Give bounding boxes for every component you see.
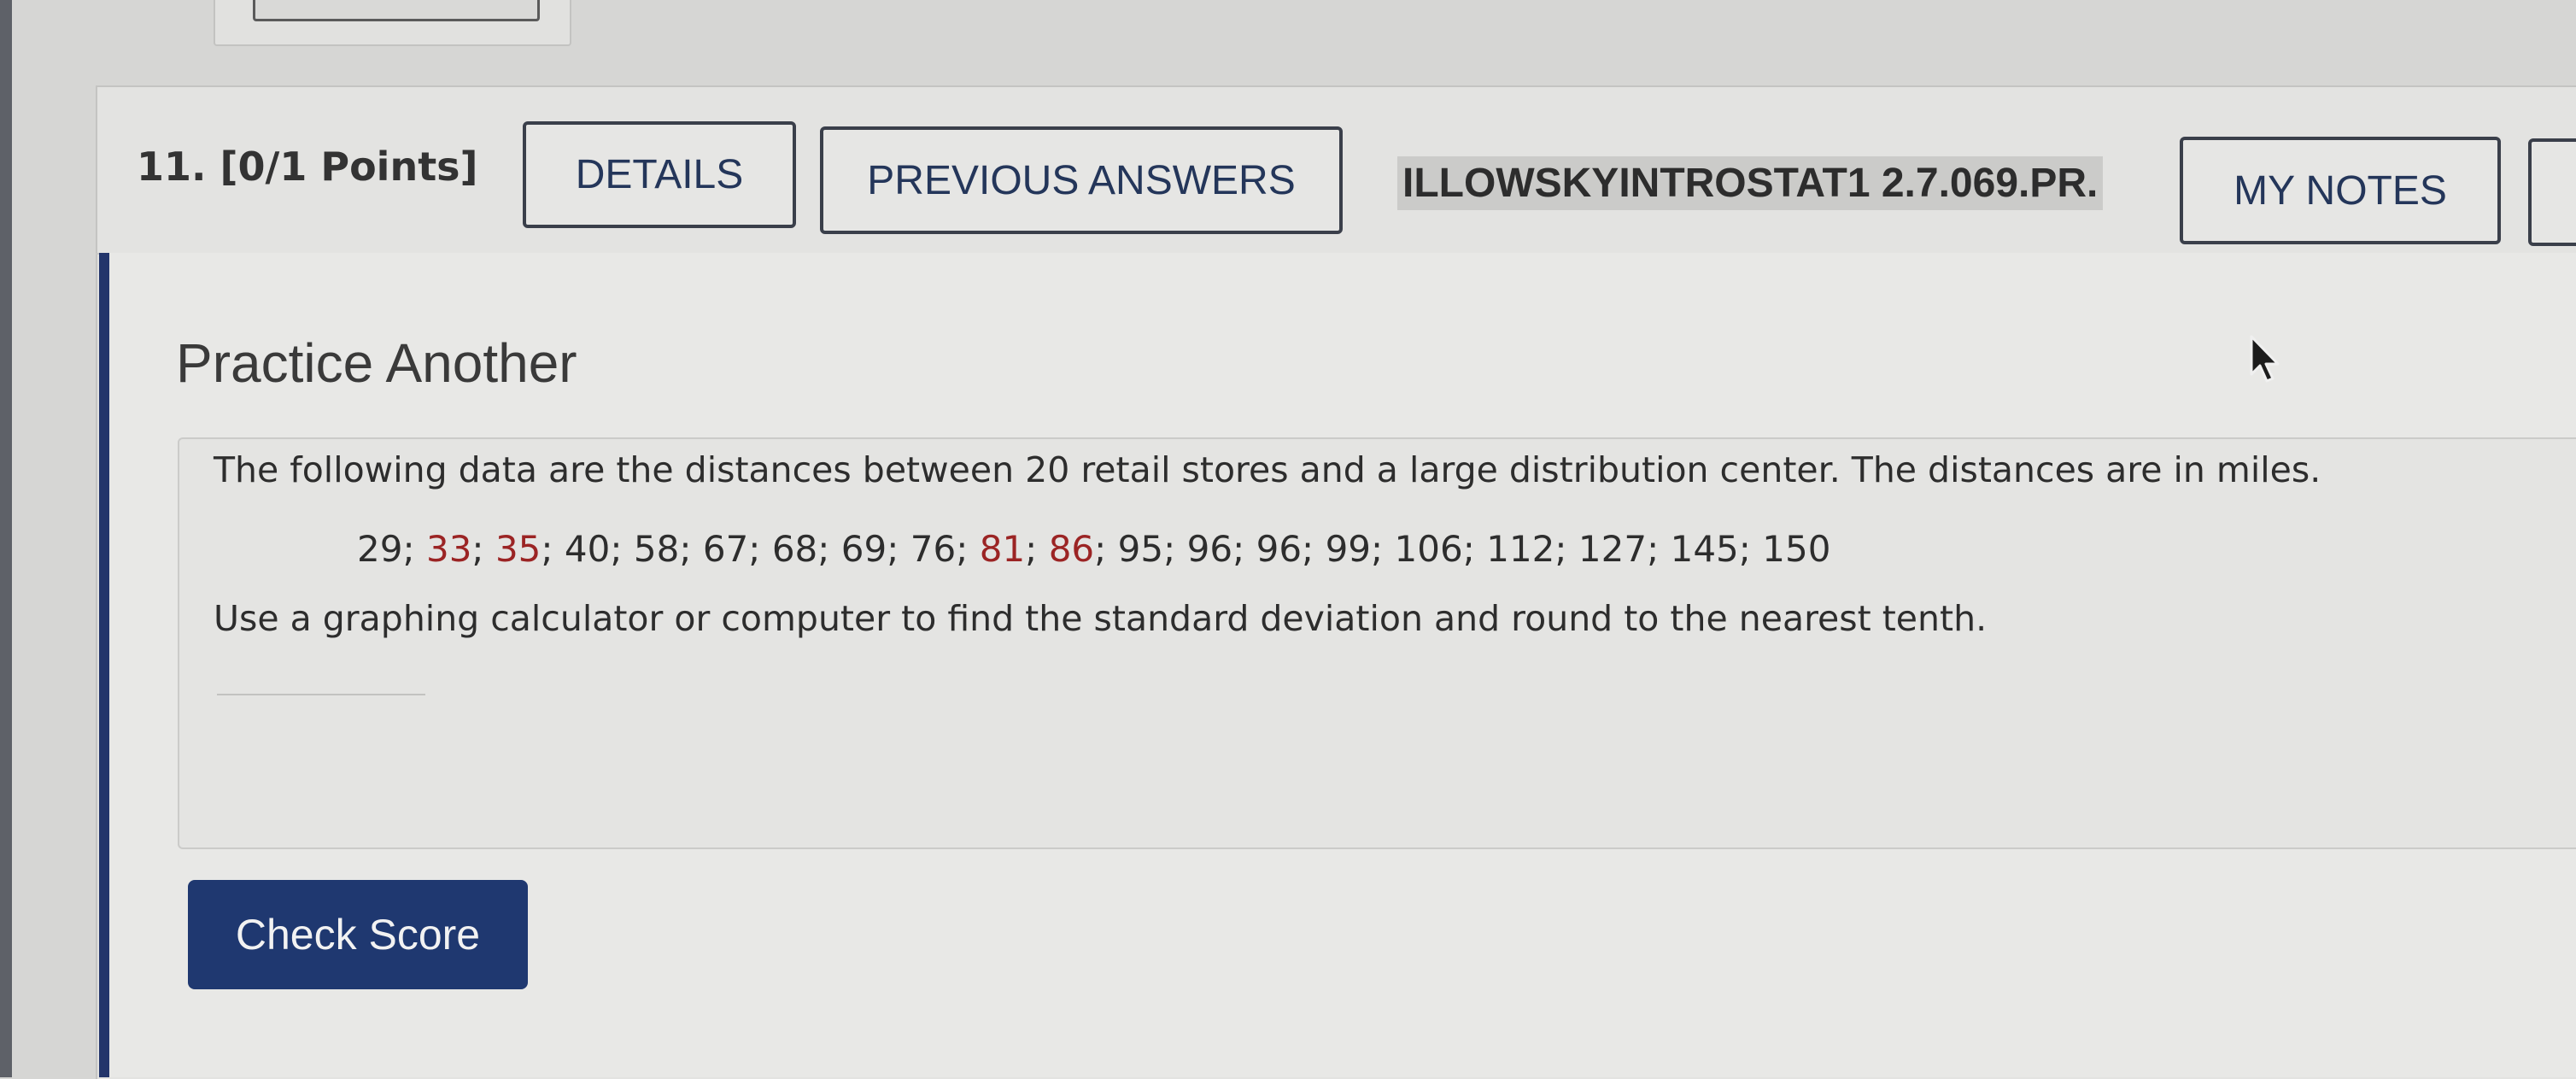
data-value: 86	[1048, 528, 1095, 570]
data-separator: ;	[1163, 528, 1187, 570]
data-separator: ;	[1094, 528, 1118, 570]
previous-answers-button[interactable]: PREVIOUS ANSWERS	[820, 126, 1343, 234]
data-separator: ;	[956, 528, 980, 570]
data-value: 81	[979, 528, 1026, 570]
data-separator: ;	[1025, 528, 1049, 570]
data-value: 67	[702, 528, 749, 570]
data-separator: ;	[1462, 528, 1487, 570]
data-value: 40	[564, 528, 611, 570]
problem-description: The following data are the distances bet…	[214, 449, 2321, 490]
data-value: 96	[1186, 528, 1233, 570]
data-separator: ;	[887, 528, 910, 570]
previous-question-button[interactable]	[253, 0, 540, 21]
data-separator: ;	[471, 528, 495, 570]
data-separator: ;	[1302, 528, 1326, 570]
data-value: 96	[1256, 528, 1303, 570]
data-value: 95	[1117, 528, 1164, 570]
data-separator: ;	[1647, 528, 1671, 570]
data-value: 68	[771, 528, 818, 570]
data-separator: ;	[817, 528, 841, 570]
data-values-list: 29; 33; 35; 40; 58; 67; 68; 69; 76; 81; …	[357, 528, 1830, 570]
data-value: 33	[425, 528, 472, 570]
data-separator: ;	[1738, 528, 1763, 570]
standard-deviation-answer-input[interactable]	[217, 648, 425, 695]
check-score-button[interactable]: Check Score	[188, 880, 528, 989]
practice-another-heading: Practice Another	[176, 332, 577, 394]
data-separator: ;	[1554, 528, 1578, 570]
data-value: 69	[840, 528, 887, 570]
data-value: 112	[1486, 528, 1555, 570]
data-value: 106	[1394, 528, 1463, 570]
problem-statement-box	[178, 437, 2576, 849]
data-separator: ;	[748, 528, 772, 570]
data-value: 76	[910, 528, 957, 570]
data-separator: ;	[402, 528, 426, 570]
problem-id-label: ILLOWSKYINTROSTAT1 2.7.069.PR.	[1397, 156, 2104, 210]
question-points-label: 11. [0/1 Points]	[137, 144, 478, 190]
left-window-edge	[0, 0, 12, 1077]
data-value: 127	[1578, 528, 1648, 570]
mouse-pointer-icon	[2250, 335, 2280, 383]
my-notes-button[interactable]: MY NOTES	[2180, 137, 2501, 244]
data-value: 58	[633, 528, 680, 570]
data-value: 145	[1670, 528, 1739, 570]
data-separator: ;	[1371, 528, 1395, 570]
data-separator: ;	[1232, 528, 1256, 570]
data-separator: ;	[541, 528, 565, 570]
instruction-text: Use a graphing calculator or computer to…	[214, 598, 1988, 639]
data-separator: ;	[679, 528, 703, 570]
data-value: 29	[357, 528, 403, 570]
ask-your-teacher-button[interactable]	[2528, 138, 2576, 246]
data-separator: ;	[610, 528, 634, 570]
details-button[interactable]: DETAILS	[523, 121, 796, 228]
data-value: 150	[1762, 528, 1831, 570]
data-value: 99	[1325, 528, 1372, 570]
previous-question-card	[214, 0, 571, 46]
data-value: 35	[495, 528, 542, 570]
